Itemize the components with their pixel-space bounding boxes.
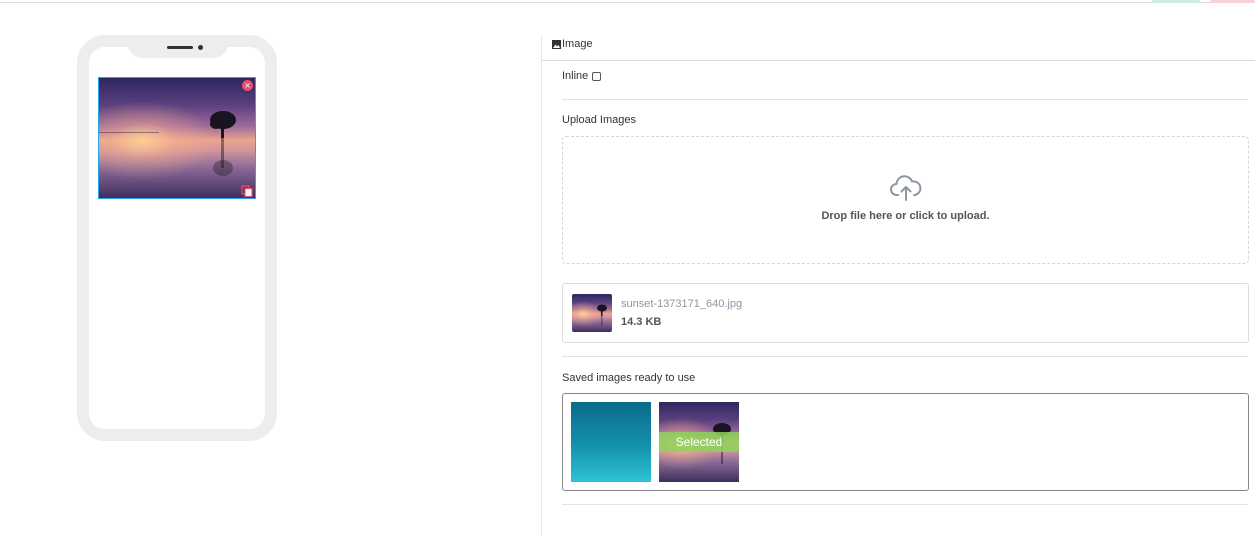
separator (562, 504, 1248, 505)
saved-image-sunset[interactable]: Selected (659, 402, 739, 482)
copy-icon[interactable] (241, 185, 253, 197)
panel-header: Image (542, 35, 1255, 61)
preview-image[interactable]: × (98, 77, 256, 199)
separator (562, 356, 1248, 357)
upload-dropzone[interactable]: Drop file here or click to upload. (562, 136, 1249, 264)
phone-notch (128, 35, 228, 58)
tree-silhouette (597, 304, 607, 326)
panel-divider (541, 35, 542, 535)
image-icon (552, 40, 561, 49)
top-border (0, 2, 1255, 3)
tree-silhouette (210, 111, 236, 176)
saved-image-teal[interactable] (571, 402, 651, 482)
phone-speaker (167, 46, 193, 49)
top-accent-green (1152, 0, 1200, 3)
dropzone-text: Drop file here or click to upload. (821, 210, 990, 222)
inline-label: Inline (562, 70, 589, 82)
panel-title: Image (562, 38, 593, 50)
inline-row: Inline (562, 70, 602, 82)
selected-badge: Selected (659, 432, 739, 452)
cloud-upload-icon (890, 175, 922, 201)
top-accent-red (1210, 0, 1255, 3)
file-name: sunset-1373171_640.jpg (621, 298, 743, 310)
file-thumbnail (572, 294, 612, 332)
uploaded-file-card: sunset-1373171_640.jpg 14.3 KB (562, 283, 1249, 343)
phone-camera (198, 45, 203, 50)
upload-label: Upload Images (562, 114, 636, 126)
file-size: 14.3 KB (621, 316, 662, 328)
saved-images-gallery: Selected (562, 393, 1249, 491)
remove-icon[interactable]: × (242, 80, 253, 91)
saved-images-label: Saved images ready to use (562, 372, 696, 384)
phone-preview: × (77, 35, 277, 441)
separator (562, 99, 1248, 100)
inline-checkbox[interactable] (592, 71, 602, 81)
